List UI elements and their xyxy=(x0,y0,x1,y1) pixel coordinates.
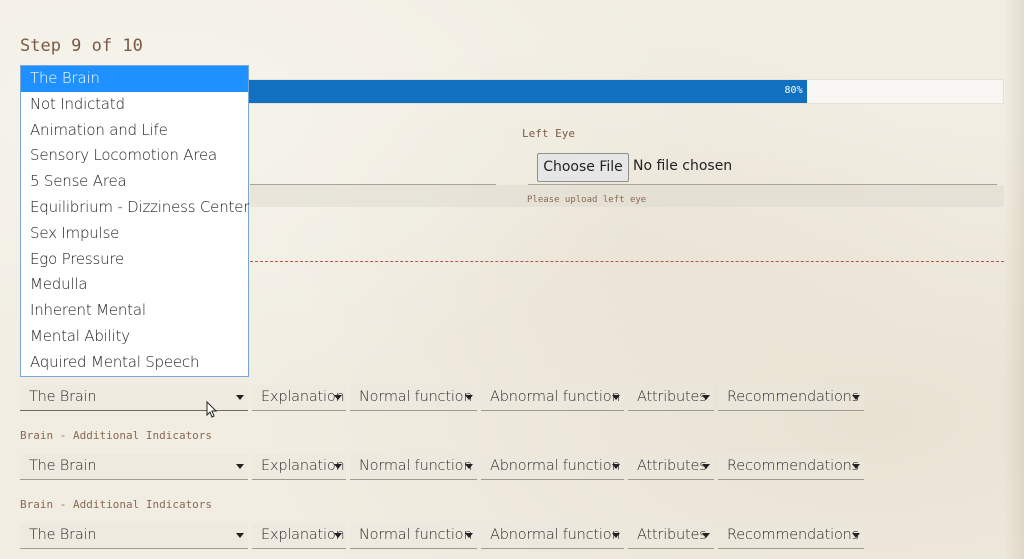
area-select[interactable]: The Brain xyxy=(20,454,248,480)
dropdown-option[interactable]: Aquired Mental Speech xyxy=(21,350,248,376)
section-label: Brain - Additional Indicators xyxy=(20,429,213,442)
recommendations-select-value: Recommendations xyxy=(727,458,859,474)
chevron-down-icon xyxy=(465,533,473,538)
area-select-value: The Brain xyxy=(29,527,97,543)
normal-function-select-value: Normal function xyxy=(359,458,473,474)
dropdown-option[interactable]: Animation and Life xyxy=(21,118,248,144)
explanation-select-value: Explanation xyxy=(261,527,345,543)
abnormal-function-select-value: Abnormal function xyxy=(490,389,621,405)
chevron-down-icon xyxy=(236,533,244,538)
area-select-value: The Brain xyxy=(29,458,97,474)
chevron-down-icon xyxy=(612,464,620,469)
chevron-down-icon xyxy=(702,464,710,469)
chevron-down-icon xyxy=(612,395,620,400)
left-eye-file-input[interactable]: Choose File No file chosen xyxy=(528,150,997,185)
chevron-down-icon xyxy=(236,464,244,469)
dropdown-option[interactable]: The Brain xyxy=(21,66,248,92)
dropdown-option[interactable]: Inherent Mental xyxy=(21,298,248,324)
recommendations-select[interactable]: Recommendations xyxy=(718,523,864,549)
file-status: No file chosen xyxy=(633,158,733,174)
attributes-select[interactable]: Attributes xyxy=(628,385,714,411)
attributes-select[interactable]: Attributes xyxy=(628,523,714,549)
explanation-select-value: Explanation xyxy=(261,389,345,405)
recommendations-select-value: Recommendations xyxy=(727,527,859,543)
area-select-value: The Brain xyxy=(29,389,97,405)
section-label: Brain - Additional Indicators xyxy=(20,498,213,511)
attributes-select-value: Attributes xyxy=(637,527,707,543)
abnormal-function-select[interactable]: Abnormal function xyxy=(481,385,624,411)
abnormal-function-select[interactable]: Abnormal function xyxy=(481,523,624,549)
normal-function-select-value: Normal function xyxy=(359,389,473,405)
left-eye-label: Left Eye xyxy=(522,127,575,140)
chevron-down-icon xyxy=(702,533,710,538)
normal-function-select[interactable]: Normal function xyxy=(350,523,477,549)
chevron-down-icon xyxy=(852,533,860,538)
explanation-select[interactable]: Explanation xyxy=(252,454,346,480)
attributes-select-value: Attributes xyxy=(637,389,707,405)
mouse-cursor-icon xyxy=(206,401,218,418)
chevron-down-icon xyxy=(334,533,342,538)
chevron-down-icon xyxy=(612,533,620,538)
normal-function-select[interactable]: Normal function xyxy=(350,454,477,480)
dropdown-option[interactable]: Sex Impulse xyxy=(21,221,248,247)
explanation-select-value: Explanation xyxy=(261,458,345,474)
chevron-down-icon xyxy=(852,464,860,469)
dropdown-option[interactable]: 5 Sense Area xyxy=(21,169,248,195)
chevron-down-icon xyxy=(236,395,244,400)
normal-function-select[interactable]: Normal function xyxy=(350,385,477,411)
dropdown-option[interactable]: Equilibrium - Dizziness Center xyxy=(21,195,249,221)
abnormal-function-select-value: Abnormal function xyxy=(490,458,621,474)
chevron-down-icon xyxy=(702,395,710,400)
attributes-select-value: Attributes xyxy=(637,458,707,474)
left-eye-help-text: Please upload left eye xyxy=(527,195,647,205)
explanation-select[interactable]: Explanation xyxy=(252,385,346,411)
choose-file-button[interactable]: Choose File xyxy=(537,153,629,182)
chevron-down-icon xyxy=(334,464,342,469)
chevron-down-icon xyxy=(465,464,473,469)
abnormal-function-select[interactable]: Abnormal function xyxy=(481,454,624,480)
abnormal-function-select-value: Abnormal function xyxy=(490,527,621,543)
dropdown-option[interactable]: Ego Pressure xyxy=(21,247,248,273)
chevron-down-icon xyxy=(852,395,860,400)
explanation-select[interactable]: Explanation xyxy=(252,523,346,549)
dropdown-option[interactable]: Sensory Locomotion Area xyxy=(21,143,248,169)
dropdown-option[interactable]: Mental Ability xyxy=(21,324,248,350)
progress-label: 80% xyxy=(784,85,803,96)
recommendations-select[interactable]: Recommendations xyxy=(718,385,864,411)
section-divider xyxy=(250,261,1004,262)
recommendations-select[interactable]: Recommendations xyxy=(718,454,864,480)
dropdown-option[interactable]: Not Indictatd xyxy=(21,92,248,118)
normal-function-select-value: Normal function xyxy=(359,527,473,543)
chevron-down-icon xyxy=(465,395,473,400)
area-dropdown-list[interactable]: The Brain Not Indictatd Animation and Li… xyxy=(20,65,249,377)
page-edge-shadow xyxy=(1004,0,1024,559)
step-title: Step 9 of 10 xyxy=(20,36,143,56)
chevron-down-icon xyxy=(334,395,342,400)
dropdown-option[interactable]: Medulla xyxy=(21,272,248,298)
attributes-select[interactable]: Attributes xyxy=(628,454,714,480)
recommendations-select-value: Recommendations xyxy=(727,389,859,405)
area-select[interactable]: The Brain xyxy=(20,523,248,549)
